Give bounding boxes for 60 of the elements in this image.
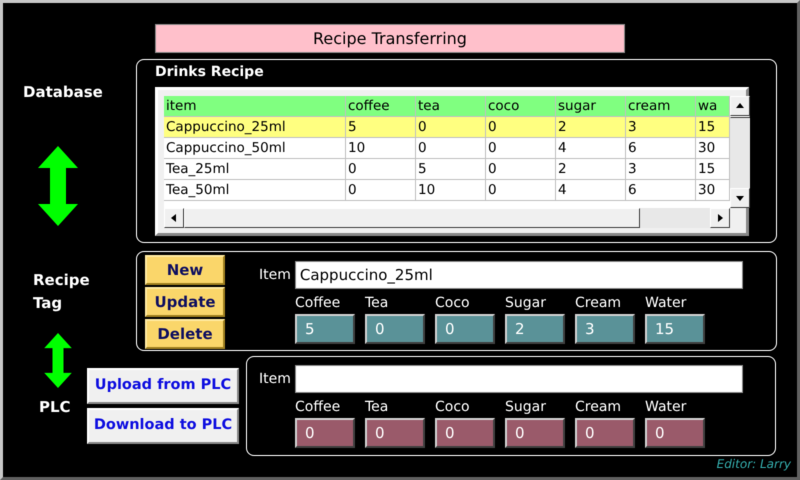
value-field[interactable]: 0 (365, 314, 425, 344)
item-field[interactable]: Cappuccino_25ml (294, 261, 743, 289)
table-row[interactable]: Cappuccino_50ml 10 0 0 4 6 30 (164, 138, 730, 159)
value-field[interactable]: 15 (645, 314, 705, 344)
value-field[interactable]: 2 (505, 314, 565, 344)
field-label: Coffee (295, 294, 342, 313)
action-button[interactable]: Delete (145, 319, 225, 349)
field-label: Cream (575, 398, 622, 417)
field-label: Water (645, 398, 688, 417)
table-cell: 0 (486, 180, 556, 201)
field-label: Item (259, 266, 291, 284)
field-label: Sugar (505, 294, 547, 313)
double-arrow-icon (38, 146, 78, 226)
scroll-right-button[interactable] (710, 208, 730, 228)
side-label: PLC (39, 397, 72, 418)
scrollbar-thumb[interactable] (184, 208, 640, 228)
field-label: Item (259, 370, 291, 388)
triangle-up-icon (735, 101, 745, 111)
field-label: Water (645, 294, 688, 313)
field-label: Tea (365, 294, 390, 313)
field-label: Coffee (295, 398, 342, 417)
table-cell: Tea_50ml (164, 180, 346, 201)
field-label: Sugar (505, 398, 547, 417)
value-field[interactable]: 0 (645, 418, 705, 448)
action-button[interactable]: Update (145, 287, 225, 317)
side-label: Recipe Tag (33, 270, 91, 314)
value-field[interactable]: 0 (435, 418, 495, 448)
value-field[interactable]: 0 (505, 418, 565, 448)
scrollbar-thumb[interactable] (730, 116, 750, 118)
triangle-down-icon (735, 193, 745, 203)
editor-credit: Editor: Larry (716, 456, 791, 473)
scroll-left-button[interactable] (164, 208, 184, 228)
triangle-left-icon (169, 213, 179, 223)
plc-button[interactable]: Upload from PLC (87, 368, 239, 404)
item-field[interactable] (294, 365, 743, 393)
field-label: Coco (435, 398, 471, 417)
field-label: Coco (435, 294, 471, 313)
value-field[interactable]: 3 (575, 314, 635, 344)
table-cell: 0 (346, 180, 416, 201)
table-row[interactable]: Cappuccino_25ml 5 0 0 2 3 15 (164, 117, 730, 138)
action-button[interactable]: New (145, 255, 225, 285)
field-label: Cream (575, 294, 622, 313)
screen-title: Recipe Transferring (155, 24, 625, 53)
plc-button[interactable]: Download to PLC (87, 408, 239, 444)
value-field[interactable]: 0 (365, 418, 425, 448)
side-label: Database (23, 82, 104, 103)
value-field[interactable]: 0 (295, 418, 355, 448)
field-label: Tea (365, 398, 390, 417)
table-cell: 6 (626, 180, 696, 201)
table-cell: 10 (416, 180, 486, 201)
scroll-up-button[interactable] (730, 96, 750, 116)
table-row[interactable]: Tea_50ml 0 10 0 4 6 30 (164, 180, 730, 201)
triangle-right-icon (715, 213, 725, 223)
value-field[interactable]: 0 (575, 418, 635, 448)
value-field[interactable]: 0 (435, 314, 495, 344)
panel-title: Drinks Recipe (155, 63, 265, 82)
table-cell: 4 (556, 180, 626, 201)
scroll-down-button[interactable] (730, 188, 750, 208)
value-field[interactable]: 5 (295, 314, 355, 344)
table-row[interactable]: Tea_25ml 0 5 0 2 3 15 (164, 159, 730, 180)
